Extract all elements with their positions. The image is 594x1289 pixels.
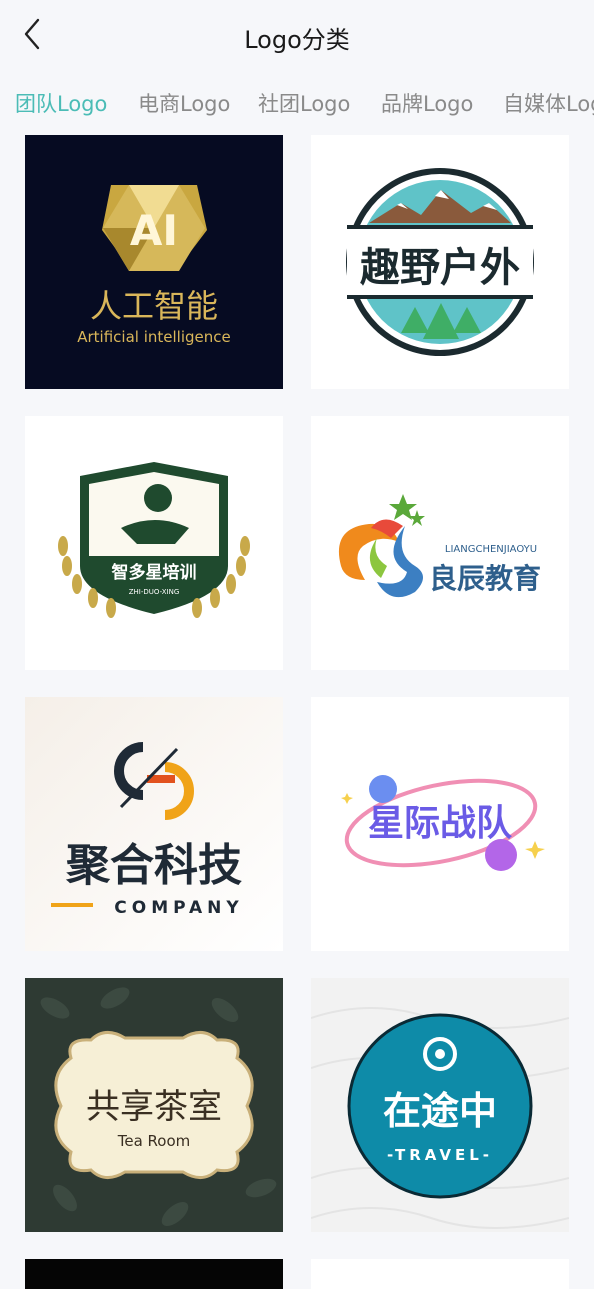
logo-tech-subtitle: COMPANY (114, 898, 243, 918)
tab-brand-logo[interactable]: 品牌Logo (381, 88, 473, 118)
tab-club-logo[interactable]: 社团Logo (258, 88, 350, 118)
logo-card-ai[interactable]: AI 人工智能 Artificial intelligence (25, 135, 283, 389)
tab-team-logo[interactable]: 团队Logo (15, 88, 107, 118)
logo-card-galaxy[interactable]: 星际战队 (311, 697, 569, 951)
logo-tech-name: 聚合科技 (65, 840, 242, 891)
logo-galaxy-name: 星际战队 (368, 803, 513, 844)
logo-card-education[interactable]: LIANGCHENJIAOYU 良辰教育 (311, 416, 569, 670)
logo-card-partial-right[interactable] (311, 1259, 569, 1289)
logo-ai-subtitle: Artificial intelligence (77, 328, 231, 346)
logo-card-outdoor[interactable]: 趣野户外 (311, 135, 569, 389)
logo-education-subtitle: LIANGCHENJIAOYU (445, 544, 537, 555)
logo-outdoor-name: 趣野户外 (360, 245, 520, 291)
logo-education-name: 良辰教育 (429, 562, 541, 595)
logo-ai-initials: AI (130, 206, 178, 255)
page-title: Logo分类 (244, 26, 350, 54)
top-bar: Logo分类 (0, 0, 594, 68)
logo-travel-name: 在途中 (383, 1089, 497, 1133)
logo-tea-subtitle: Tea Room (117, 1132, 191, 1150)
logo-card-partial-left[interactable] (25, 1259, 283, 1289)
logo-travel-subtitle: -TRAVEL- (387, 1146, 493, 1164)
tab-ecommerce-logo[interactable]: 电商Logo (138, 88, 230, 118)
logo-card-tea[interactable]: 共享茶室 Tea Room (25, 978, 283, 1232)
logo-card-tech[interactable]: 聚合科技 COMPANY (25, 697, 283, 951)
logo-ai-name: 人工智能 (90, 287, 218, 325)
logo-tea-name: 共享茶室 (86, 1087, 222, 1127)
category-tabs: 团队Logo 电商Logo 社团Logo 品牌Logo 自媒体Logo (0, 68, 594, 132)
logo-card-training[interactable]: 智多星培训 ZHI-DUO-XING (25, 416, 283, 670)
logo-training-subtitle: ZHI-DUO-XING (129, 588, 180, 596)
tab-media-logo[interactable]: 自媒体Logo (503, 88, 594, 118)
logo-card-travel[interactable]: 在途中 -TRAVEL- (311, 978, 569, 1232)
logo-training-name: 智多星培训 (112, 562, 197, 583)
